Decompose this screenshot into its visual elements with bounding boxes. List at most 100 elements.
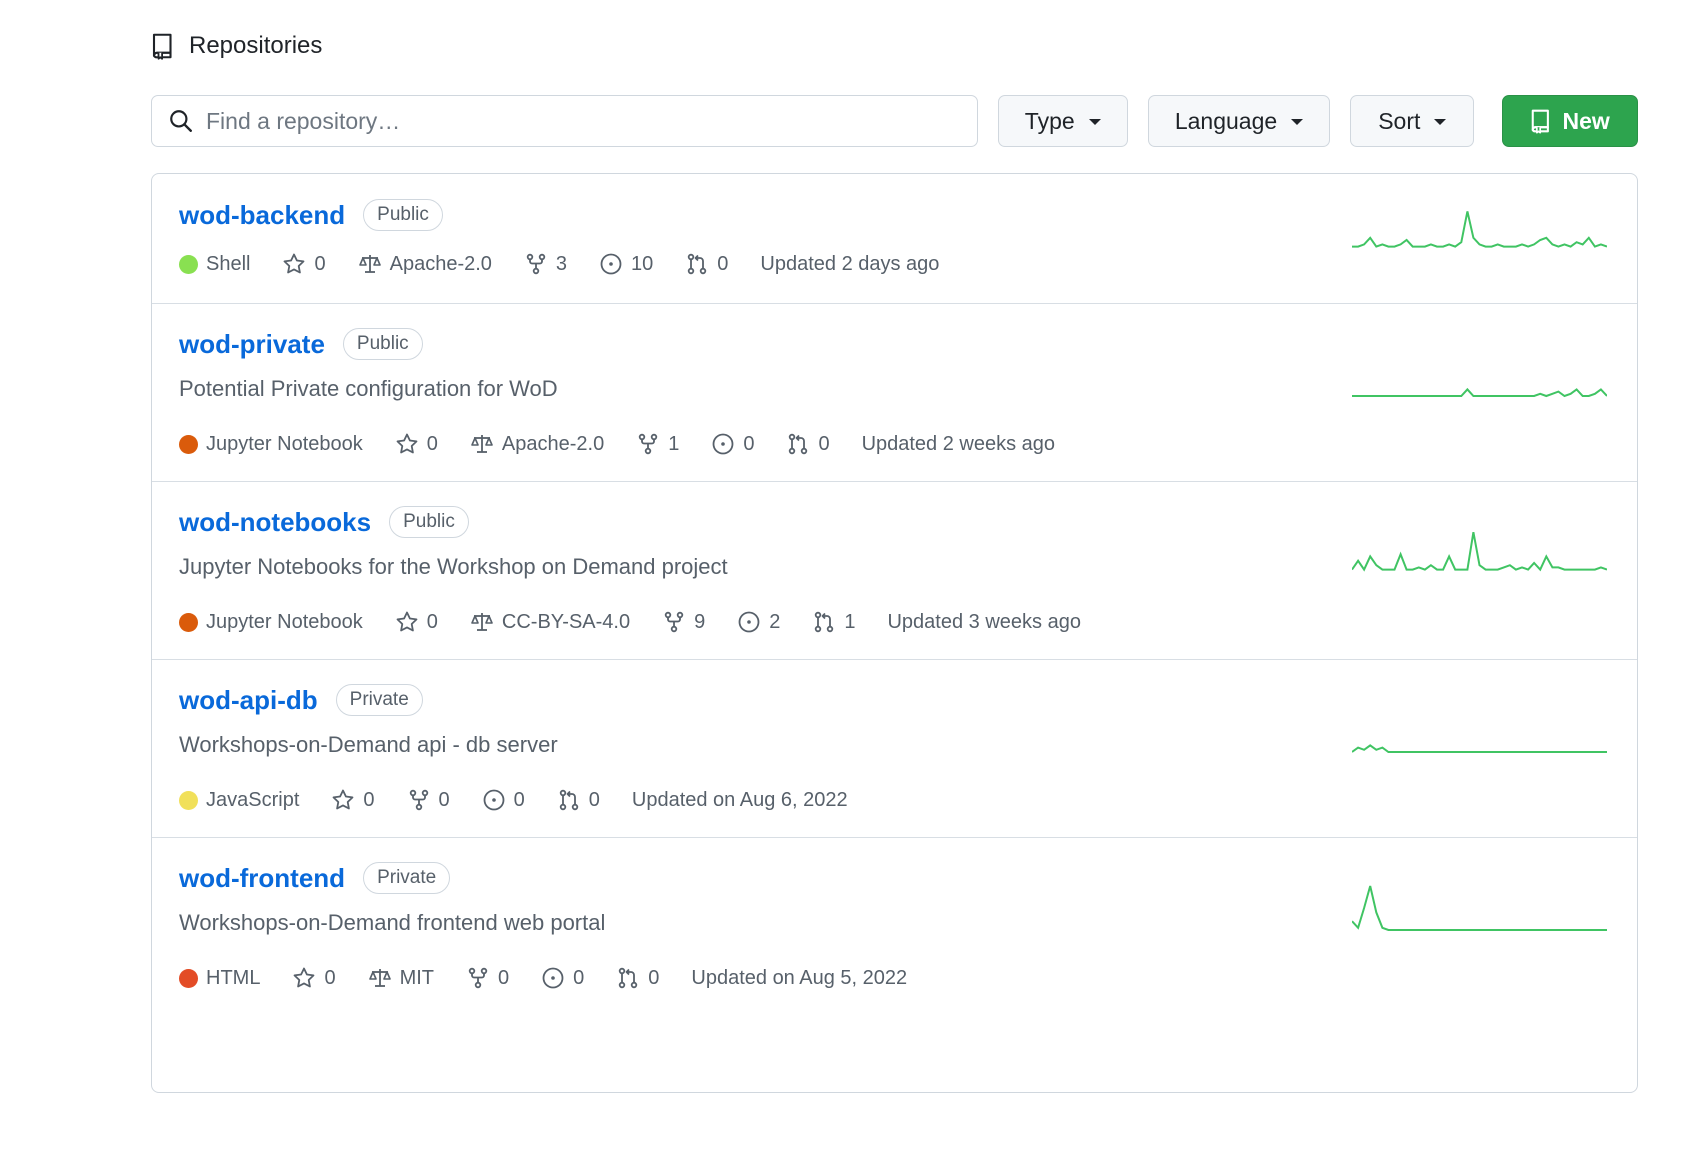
language-item: Jupyter Notebook (179, 433, 363, 456)
caret-down-icon (1291, 119, 1304, 125)
issues-link[interactable]: 0 (711, 432, 754, 456)
language-label: HTML (206, 966, 261, 989)
stars-link[interactable]: 0 (395, 432, 438, 456)
stars-link[interactable]: 0 (292, 966, 336, 990)
forks-count: 0 (438, 788, 450, 811)
repositories-heading: Repositories (151, 32, 322, 60)
sort-dropdown-button[interactable]: Sort (1350, 95, 1475, 147)
repository-title-row: wod-frontend Private (179, 862, 451, 894)
updated-timestamp: Updated on Aug 6, 2022 (631, 788, 848, 811)
repository-meta: HTML 0 MIT 0 0 0 Updated on Aug 5, 2022 (179, 966, 939, 990)
forks-link[interactable]: 1 (636, 432, 679, 456)
fork-icon (409, 789, 428, 811)
repository-name-link[interactable]: wod-notebooks (179, 507, 371, 538)
repository-title-row: wod-notebooks Public (179, 506, 469, 538)
activity-sparkline (1352, 885, 1607, 931)
issue-icon (712, 433, 734, 455)
repository-description: Workshops-on-Demand api - db server (179, 732, 558, 757)
search-input[interactable] (204, 106, 964, 136)
repository-meta: JavaScript 0 0 0 0 Updated on Aug 6, 202… (179, 788, 880, 812)
type-dropdown-button[interactable]: Type (997, 95, 1128, 147)
activity-line (1352, 744, 1607, 753)
fork-icon (664, 611, 684, 633)
law-scale-icon (471, 435, 493, 453)
pull-requests-link[interactable]: 1 (812, 610, 855, 634)
sort-dropdown-label: Sort (1378, 107, 1421, 134)
stars-link[interactable]: 0 (331, 788, 375, 812)
repository-name-link[interactable]: wod-private (179, 329, 325, 360)
language-color-dot (179, 968, 198, 988)
repository-meta: Shell 0 Apache-2.0 3 10 0 Updated 2 days… (179, 252, 971, 276)
forks-link[interactable]: 0 (407, 788, 450, 812)
activity-line (1352, 532, 1607, 572)
license-item: Apache-2.0 (358, 252, 492, 276)
pull-requests-count: 0 (818, 432, 830, 455)
forks-count: 3 (555, 252, 568, 275)
license-label: CC-BY-SA-4.0 (501, 610, 631, 633)
license-item: Apache-2.0 (470, 432, 604, 456)
activity-line (1352, 387, 1607, 398)
issues-count: 2 (769, 610, 781, 633)
repository-name-link[interactable]: wod-api-db (179, 685, 318, 716)
type-dropdown-label: Type (1024, 107, 1075, 134)
language-color-dot (179, 434, 198, 454)
stars-count: 0 (426, 432, 438, 455)
issues-count: 0 (513, 788, 525, 811)
forks-count: 1 (668, 432, 680, 455)
stars-link[interactable]: 0 (395, 610, 438, 634)
repository-name-link[interactable]: wod-frontend (179, 863, 345, 894)
fork-icon (526, 253, 546, 275)
visibility-badge: Public (342, 328, 423, 360)
visibility-badge: Private (363, 862, 451, 894)
star-icon (294, 967, 315, 988)
repository-item: wod-private Public Potential Private con… (152, 304, 1637, 482)
pull-requests-count: 1 (844, 610, 856, 633)
language-dropdown-button[interactable]: Language (1147, 95, 1331, 147)
repository-title-row: wod-backend Public (179, 199, 443, 231)
forks-link[interactable]: 0 (466, 966, 509, 990)
forks-link[interactable]: 9 (662, 610, 705, 634)
fork-icon (638, 433, 658, 455)
search-box[interactable] (151, 95, 978, 147)
issue-icon (600, 253, 622, 275)
language-item: HTML (179, 967, 260, 990)
issues-link[interactable]: 0 (482, 788, 525, 812)
language-label: Jupyter Notebook (206, 610, 363, 633)
pull-request-icon (815, 611, 834, 633)
forks-count: 9 (694, 610, 706, 633)
issues-count: 0 (573, 966, 585, 989)
pull-requests-link[interactable]: 0 (616, 966, 659, 990)
pull-requests-link[interactable]: 0 (786, 432, 830, 456)
updated-timestamp: Updated 2 days ago (760, 252, 940, 275)
issue-icon (483, 789, 505, 811)
caret-down-icon (1434, 119, 1447, 125)
license-label: Apache-2.0 (501, 432, 605, 455)
language-item: JavaScript (179, 789, 299, 812)
repository-name-link[interactable]: wod-backend (179, 200, 345, 231)
issues-count: 10 (631, 252, 654, 275)
pull-request-icon (688, 253, 707, 275)
pull-requests-link[interactable]: 0 (685, 252, 728, 276)
law-scale-icon (471, 613, 493, 631)
language-color-dot (179, 254, 198, 274)
pull-requests-link[interactable]: 0 (557, 788, 600, 812)
repo-icon (1532, 109, 1550, 134)
stars-link[interactable]: 0 (282, 252, 326, 276)
fork-icon (468, 967, 488, 989)
license-item: MIT (368, 966, 434, 990)
license-label: Apache-2.0 (389, 252, 492, 275)
language-label: Shell (206, 252, 251, 275)
page-title: Repositories (189, 32, 323, 59)
language-item: Jupyter Notebook (179, 611, 363, 634)
language-color-dot (179, 790, 198, 810)
new-repository-button[interactable]: New (1502, 95, 1639, 147)
issues-link[interactable]: 10 (599, 252, 653, 276)
language-dropdown-label: Language (1174, 107, 1278, 134)
repository-list: wod-backend Public Shell 0 Apache-2.0 3 … (151, 173, 1638, 1093)
activity-line (1352, 211, 1607, 248)
law-scale-icon (358, 255, 381, 273)
issues-link[interactable]: 2 (737, 610, 780, 634)
issues-link[interactable]: 0 (541, 966, 584, 990)
forks-link[interactable]: 3 (524, 252, 567, 276)
visibility-badge: Public (363, 199, 443, 231)
